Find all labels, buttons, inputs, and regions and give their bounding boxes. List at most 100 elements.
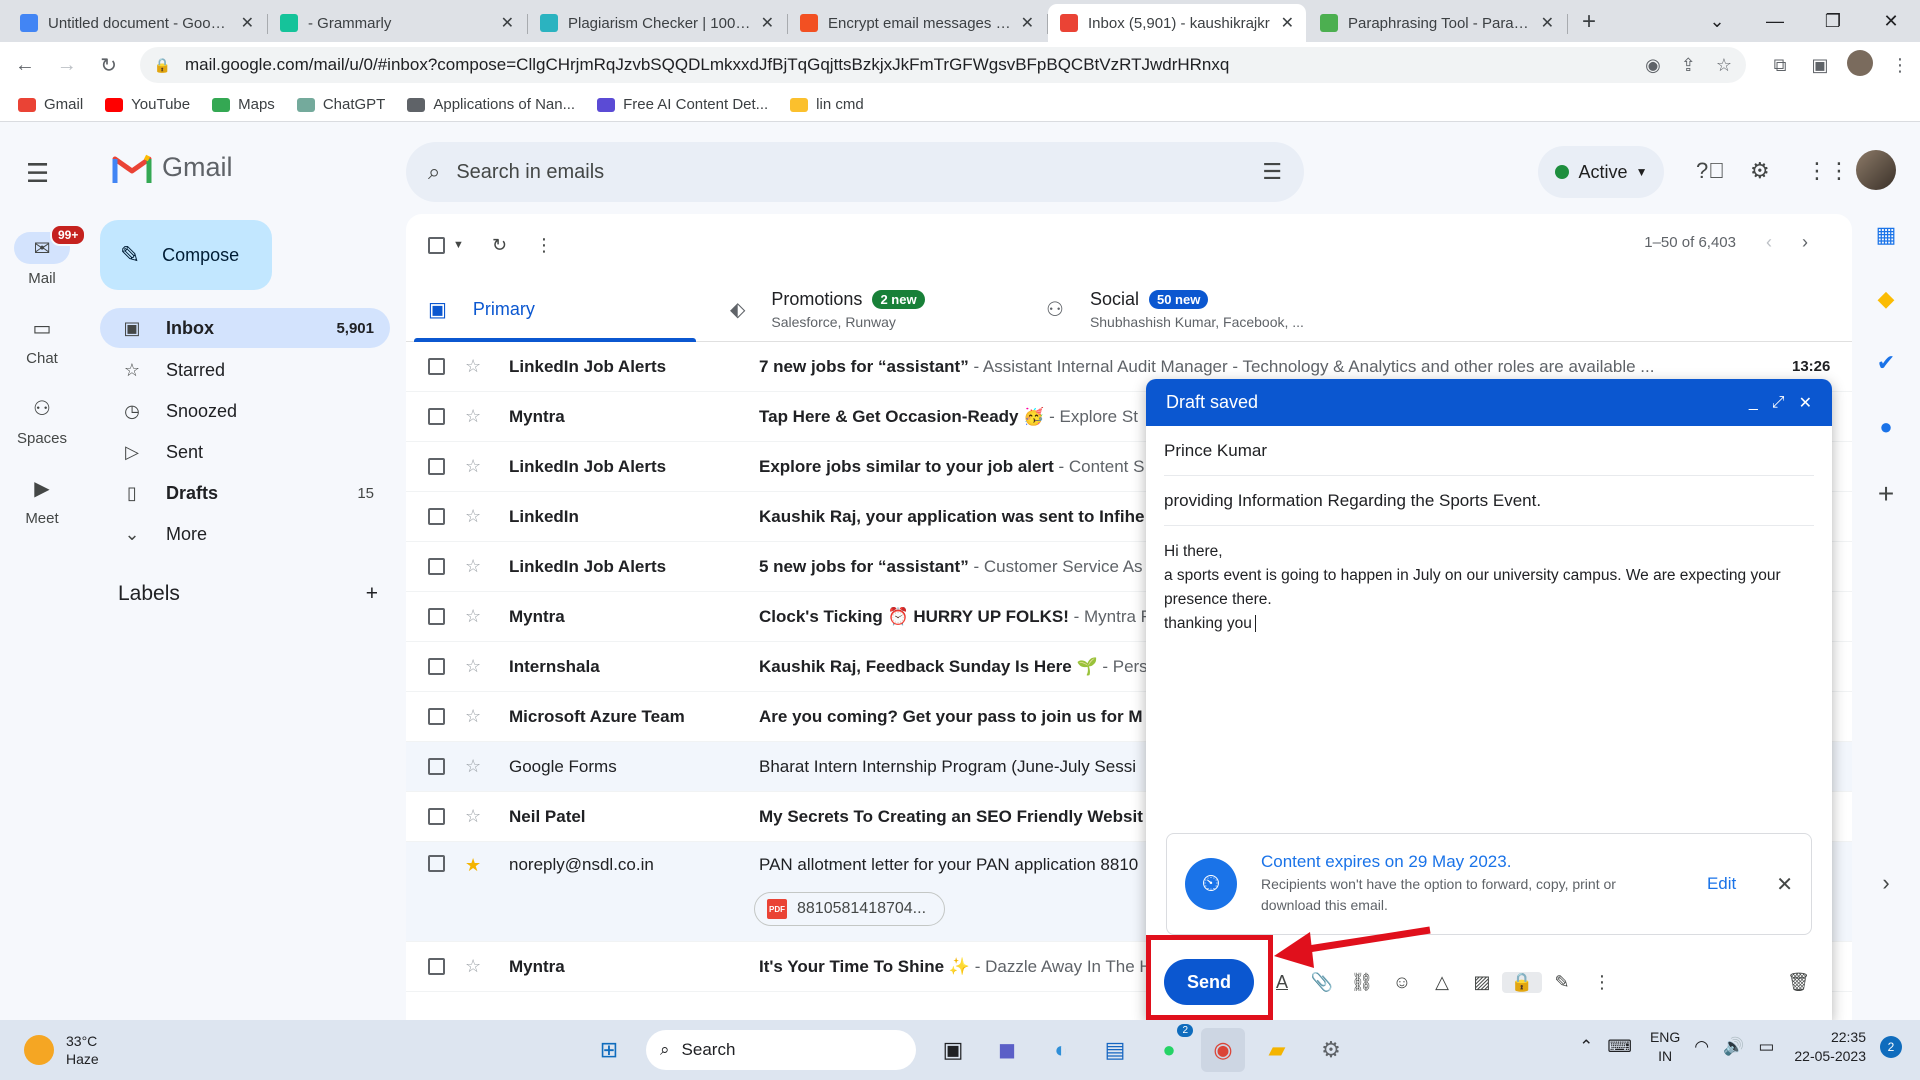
nav-item-snoozed[interactable]: ◷ Snoozed bbox=[100, 391, 390, 431]
status-selector[interactable]: Active ▼ bbox=[1538, 146, 1664, 198]
to-field[interactable]: Prince Kumar bbox=[1164, 426, 1814, 476]
more-compose-options-icon[interactable]: ⋮ bbox=[1582, 972, 1622, 993]
task-view-icon[interactable]: ▣ bbox=[931, 1028, 975, 1072]
browser-tab[interactable]: Plagiarism Checker | 100% Free ✕ bbox=[528, 4, 788, 42]
edit-confidential-button[interactable]: Edit bbox=[1707, 874, 1736, 894]
close-tab-icon[interactable]: ✕ bbox=[1541, 13, 1554, 33]
nav-item-inbox[interactable]: ▣ Inbox 5,901 bbox=[100, 308, 390, 348]
settings-app-icon[interactable]: ⚙ bbox=[1309, 1028, 1353, 1072]
wifi-icon[interactable]: ◠ bbox=[1694, 1037, 1709, 1057]
browser-tab[interactable]: Paraphrasing Tool - Paraphrase ✕ bbox=[1308, 4, 1568, 42]
browser-tab[interactable]: Untitled document - Google Docs ✕ bbox=[8, 4, 268, 42]
contacts-icon[interactable]: ● bbox=[1862, 414, 1910, 440]
row-checkbox[interactable] bbox=[428, 808, 445, 825]
star-icon[interactable]: ☆ bbox=[465, 356, 485, 377]
photo-icon[interactable]: ▨ bbox=[1462, 972, 1502, 993]
reload-icon[interactable]: ↻ bbox=[92, 53, 126, 78]
close-tab-icon[interactable]: ✕ bbox=[761, 13, 774, 33]
search-icon[interactable]: ⌕ bbox=[428, 159, 440, 185]
battery-icon[interactable]: ▭ bbox=[1758, 1037, 1774, 1057]
search-filter-icon[interactable]: ☰ bbox=[1262, 159, 1282, 185]
volume-icon[interactable]: 🔊 bbox=[1723, 1037, 1744, 1057]
confidential-mode-icon[interactable]: 🔒 bbox=[1502, 971, 1542, 993]
next-page-icon[interactable]: › bbox=[1802, 232, 1808, 253]
language-indicator[interactable]: ENG IN bbox=[1650, 1028, 1680, 1066]
refresh-icon[interactable]: ↻ bbox=[492, 235, 507, 256]
search-bar[interactable]: ⌕ Search in emails ☰ bbox=[406, 142, 1304, 202]
star-icon[interactable]: ☆ bbox=[465, 556, 485, 577]
extensions-icon[interactable]: ⧉ bbox=[1760, 55, 1800, 76]
search-input[interactable]: Search in emails bbox=[456, 161, 1262, 184]
profile-avatar[interactable] bbox=[1840, 49, 1880, 81]
rail-item-meet[interactable]: ▶ Meet bbox=[0, 472, 84, 528]
tab-social[interactable]: ⚇ Social 50 new Shubhashish Kumar, Facebo… bbox=[1024, 276, 1424, 342]
taskbar-search[interactable]: ⌕ Search bbox=[646, 1030, 916, 1070]
add-addon-icon[interactable]: + bbox=[1862, 478, 1910, 510]
close-window-button[interactable]: ✕ bbox=[1862, 11, 1920, 32]
select-all-checkbox[interactable] bbox=[428, 236, 445, 254]
row-checkbox[interactable] bbox=[428, 658, 445, 675]
remove-confidential-icon[interactable]: ✕ bbox=[1776, 872, 1793, 897]
minimize-button[interactable]: — bbox=[1746, 11, 1804, 32]
row-checkbox[interactable] bbox=[428, 408, 445, 425]
lock-icon[interactable]: 🔒 bbox=[154, 57, 171, 74]
more-options-icon[interactable]: ⋮ bbox=[535, 235, 553, 256]
star-icon[interactable]: ☆ bbox=[465, 606, 485, 627]
notification-badge[interactable]: 2 bbox=[1880, 1036, 1902, 1058]
gmail-logo[interactable]: Gmail bbox=[112, 152, 233, 183]
tray-chevron-icon[interactable]: ⌃ bbox=[1579, 1037, 1593, 1057]
signature-icon[interactable]: ✎ bbox=[1542, 972, 1582, 993]
nav-item-sent[interactable]: ▷ Sent bbox=[100, 432, 390, 472]
keyboard-icon[interactable]: ⌨ bbox=[1607, 1037, 1632, 1057]
prev-page-icon[interactable]: ‹ bbox=[1766, 232, 1772, 253]
star-icon[interactable]: ☆ bbox=[465, 956, 485, 977]
file-explorer-icon[interactable]: ▰ bbox=[1255, 1028, 1299, 1072]
row-checkbox[interactable] bbox=[428, 855, 445, 872]
close-compose-icon[interactable]: ✕ bbox=[1799, 393, 1812, 413]
attachment-chip[interactable]: PDF 8810581418704... bbox=[754, 892, 946, 926]
expand-panel-icon[interactable]: › bbox=[1862, 870, 1910, 896]
system-clock[interactable]: 22:35 22-05-2023 bbox=[1794, 1028, 1866, 1066]
row-checkbox[interactable] bbox=[428, 958, 445, 975]
bookmark-item[interactable]: YouTube bbox=[105, 96, 190, 113]
bookmark-item[interactable]: ChatGPT bbox=[296, 96, 385, 113]
edge-icon[interactable]: ◐ bbox=[1039, 1028, 1083, 1072]
close-tab-icon[interactable]: ✕ bbox=[1021, 13, 1034, 33]
star-icon[interactable]: ☆ bbox=[465, 756, 485, 777]
minimize-compose-icon[interactable]: _ bbox=[1749, 394, 1758, 412]
close-tab-icon[interactable]: ✕ bbox=[501, 13, 514, 33]
star-icon[interactable]: ☆ bbox=[465, 406, 485, 427]
apps-grid-icon[interactable]: ⋮⋮ bbox=[1806, 158, 1850, 184]
row-checkbox[interactable] bbox=[428, 358, 445, 375]
row-checkbox[interactable] bbox=[428, 608, 445, 625]
discard-draft-icon[interactable]: 🗑 bbox=[1787, 972, 1814, 993]
side-panel-icon[interactable]: ▣ bbox=[1800, 55, 1840, 76]
chrome-icon[interactable]: ◉ bbox=[1201, 1028, 1245, 1072]
address-bar[interactable]: 🔒 mail.google.com/mail/u/0/#inbox?compos… bbox=[139, 47, 1747, 83]
star-icon[interactable]: ☆ bbox=[465, 706, 485, 727]
star-icon[interactable]: ☆ bbox=[465, 506, 485, 527]
help-icon[interactable]: ?⃝ bbox=[1696, 158, 1725, 184]
select-menu-icon[interactable]: ▼ bbox=[453, 239, 464, 251]
row-checkbox[interactable] bbox=[428, 758, 445, 775]
compose-header[interactable]: Draft saved _ ⤢ ✕ bbox=[1146, 379, 1832, 426]
expiry-title[interactable]: Content expires on 29 May 2023. bbox=[1261, 852, 1707, 872]
rail-item-mail[interactable]: ✉ 99+ Mail bbox=[0, 224, 87, 287]
bookmark-item[interactable]: Free AI Content Det... bbox=[597, 96, 768, 113]
row-checkbox[interactable] bbox=[428, 458, 445, 475]
rail-item-spaces[interactable]: ⚇ Spaces bbox=[0, 392, 84, 448]
mydelhi-app-icon[interactable]: ▤ bbox=[1093, 1028, 1137, 1072]
star-icon[interactable]: ☆ bbox=[465, 806, 485, 827]
whatsapp-icon[interactable]: ● 2 bbox=[1147, 1024, 1193, 1072]
close-tab-icon[interactable]: ✕ bbox=[1281, 13, 1294, 33]
row-checkbox[interactable] bbox=[428, 508, 445, 525]
bookmark-item[interactable]: lin cmd bbox=[790, 96, 864, 113]
new-tab-button[interactable]: + bbox=[1568, 8, 1596, 42]
settings-gear-icon[interactable]: ⚙ bbox=[1750, 158, 1770, 184]
fullscreen-compose-icon[interactable]: ⤢ bbox=[1772, 394, 1785, 412]
main-menu-icon[interactable]: ☰ bbox=[26, 158, 49, 189]
compose-button[interactable]: ✎ Compose bbox=[100, 220, 272, 290]
browser-tab[interactable]: Inbox (5,901) - kaushikrajkr ✕ bbox=[1048, 4, 1306, 42]
message-body[interactable]: Hi there, a sports event is going to hap… bbox=[1164, 540, 1814, 636]
forward-icon[interactable]: → bbox=[50, 54, 84, 77]
